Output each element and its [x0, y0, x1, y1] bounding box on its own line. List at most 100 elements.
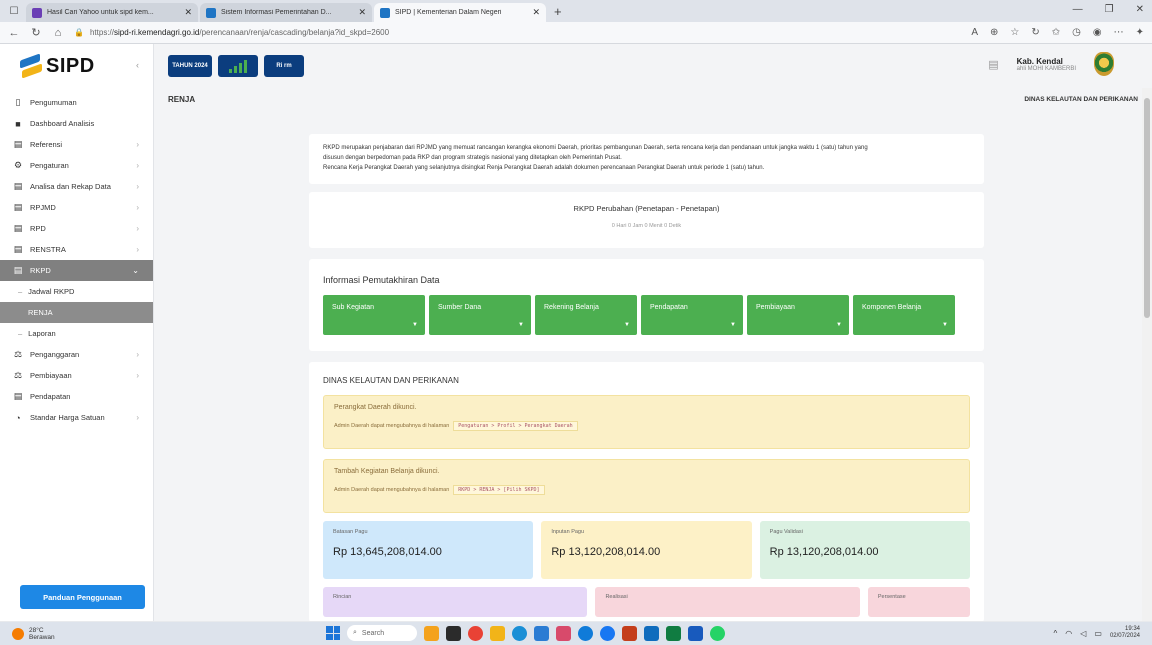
chrome-icon[interactable] [468, 625, 483, 641]
sidebar-item-rpd[interactable]: ▤ RPD › [0, 218, 153, 239]
alert-message: Admin Daerah dapat mengubahnya di halama… [334, 423, 450, 429]
sidebar-item-dashboard[interactable]: ■ Dashboard Analisis [0, 113, 153, 134]
read-aloud-icon[interactable]: A [971, 27, 978, 38]
tile-sub-kegiatan[interactable]: Sub Kegiatan ▼ [323, 295, 425, 335]
excel-icon[interactable] [666, 625, 681, 641]
weather-widget[interactable]: 28°C Berawan [12, 627, 55, 641]
address-bar: ← ↻ ⌂ 🔒 https:// sipd-ri.kemendagri.go.i… [0, 22, 1152, 44]
more-icon[interactable]: ⋯ [1114, 27, 1124, 38]
browser-tab-2[interactable]: Sistem Informasi Pemerintahan D... ✕ [200, 3, 372, 22]
clock[interactable]: 19:34 02/07/2024 [1110, 626, 1140, 640]
sidebar-item-rpjmd[interactable]: ▤ RPJMD › [0, 197, 153, 218]
chevron-right-icon: › [136, 203, 139, 212]
weather-text: 28°C Berawan [29, 627, 55, 641]
tile-komponen-belanja[interactable]: Komponen Belanja ▼ [853, 295, 955, 335]
minimize-icon[interactable]: — [1073, 4, 1083, 15]
close-window-icon[interactable]: ✕ [1136, 4, 1144, 15]
budget-stats-secondary: Rincian Realisasi Persentase [323, 587, 970, 617]
tile-sumber-dana[interactable]: Sumber Dana ▼ [429, 295, 531, 335]
data-update-heading: Informasi Pemutakhiran Data [323, 275, 440, 285]
battery-icon[interactable]: ▭ [1094, 629, 1102, 638]
guide-button[interactable]: Panduan Penggunaan [20, 585, 145, 609]
copilot-icon[interactable]: ✦ [1136, 27, 1144, 38]
wifi-icon[interactable]: ◠ [1065, 629, 1072, 638]
browser-tab-bar: ☐ Hasil Cari Yahoo untuk sipd kem... ✕ S… [0, 0, 1152, 22]
year-badge[interactable]: TAHUN 2024 [168, 55, 212, 77]
word-icon[interactable] [688, 625, 703, 641]
stat-persentase: Persentase [867, 587, 970, 617]
facebook-icon[interactable] [600, 625, 615, 641]
home-icon[interactable]: ⌂ [52, 27, 64, 39]
tile-pendapatan[interactable]: Pendapatan ▼ [641, 295, 743, 335]
sidebar-item-pendapatan[interactable]: ▤ Pendapatan [0, 386, 153, 407]
alert-message: Admin Daerah dapat mengubahnya di halama… [334, 487, 450, 493]
photos-icon[interactable] [556, 625, 571, 641]
logo[interactable]: SIPD ‹ [0, 44, 153, 88]
favorites-icon[interactable]: ✩ [1052, 27, 1060, 38]
url-path: /perencanaan/renja/cascading/belanja?id_… [199, 28, 390, 37]
scrollbar-thumb[interactable] [1144, 98, 1150, 318]
windows-start-icon[interactable] [326, 626, 340, 640]
widgets-icon[interactable] [424, 625, 439, 641]
store-icon[interactable] [534, 625, 549, 641]
close-tab-icon[interactable]: ✕ [358, 7, 366, 18]
stat-batasan-pagu: Batasan Pagu Rp 13,645,208,014.00 [323, 521, 534, 579]
favorite-star-icon[interactable]: ☆ [1010, 27, 1019, 38]
sidebar-item-penganggaran[interactable]: ⚖ Penganggaran › [0, 344, 153, 365]
caret-down-icon: ▼ [518, 322, 524, 328]
powerpoint-icon[interactable] [622, 625, 637, 641]
close-tab-icon[interactable]: ✕ [184, 7, 192, 18]
chevron-right-icon: › [136, 350, 139, 359]
refresh-icon[interactable]: ↻ [30, 26, 42, 39]
taskbar-search[interactable]: ⌕ Search [347, 625, 417, 641]
page-scrollbar[interactable] [1142, 88, 1152, 621]
tile-rekening-belanja[interactable]: Rekening Belanja ▼ [535, 295, 637, 335]
refresh-page-icon[interactable]: ↻ [1031, 27, 1039, 38]
window-menu-icon[interactable]: ☐ [6, 3, 22, 19]
reference-icon: ▤ [13, 139, 23, 149]
browser-tab-1[interactable]: Hasil Cari Yahoo untuk sipd kem... ✕ [26, 3, 198, 22]
new-tab-button[interactable]: + [554, 4, 562, 19]
sidebar-item-label: Pengumuman [30, 98, 77, 107]
file-explorer-icon[interactable] [490, 625, 505, 641]
tile-pembiayaan[interactable]: Pembiayaan ▼ [747, 295, 849, 335]
connection-status[interactable] [218, 55, 258, 77]
sidebar-item-referensi[interactable]: ▤ Referensi › [0, 134, 153, 155]
intro-card: RKPD merupakan penjabaran dari RPJMD yan… [309, 134, 984, 184]
sidebar-item-pengaturan[interactable]: ⚙ Pengaturan › [0, 155, 153, 176]
sidebar-subitem-jadwal[interactable]: – Jadwal RKPD [0, 281, 153, 302]
tab-title: SIPD | Kementerian Dalam Negeri [395, 9, 502, 16]
data-update-card: Informasi Pemutakhiran Data Sub Kegiatan… [309, 259, 984, 351]
back-icon[interactable]: ← [8, 27, 20, 39]
browser-tab-3[interactable]: SIPD | Kementerian Dalam Negeri ✕ [374, 3, 546, 22]
sidebar-item-standar-harga[interactable]: ◔ Standar Harga Satuan › [0, 407, 153, 428]
lock-icon[interactable]: 🔒 [74, 28, 84, 37]
close-tab-icon[interactable]: ✕ [532, 7, 540, 18]
sidebar-item-analisa[interactable]: ▤ Analisa dan Rekap Data › [0, 176, 153, 197]
restore-icon[interactable]: ❐ [1105, 4, 1114, 15]
sidebar-subitem-laporan[interactable]: – Laporan [0, 323, 153, 344]
sidebar-item-pengumuman[interactable]: ▯ Pengumuman [0, 92, 153, 113]
mail-icon[interactable] [644, 625, 659, 641]
role-badge[interactable]: Ri rm [264, 55, 304, 77]
kendal-crest-icon [1094, 52, 1114, 76]
task-view-icon[interactable] [446, 625, 461, 641]
caret-down-icon: ▼ [836, 322, 842, 328]
url-field[interactable]: 🔒 https:// sipd-ri.kemendagri.go.id /per… [74, 25, 854, 41]
whatsapp-icon[interactable] [710, 625, 725, 641]
sidebar-item-renstra[interactable]: ▤ RENSTRA › [0, 239, 153, 260]
history-icon[interactable]: ◷ [1072, 27, 1081, 38]
chevron-up-icon[interactable]: ^ [1054, 629, 1058, 638]
sidebar-subitem-renja[interactable]: RENJA [0, 302, 153, 323]
edge-icon[interactable] [512, 625, 527, 641]
sidebar-item-rkpd[interactable]: ▤ RKPD ⌄ [0, 260, 153, 281]
user-profile[interactable]: ▤ Kab. Kendal ahli MOHI KAMBERBI [988, 52, 1114, 76]
logo-text: SIPD [46, 54, 95, 77]
scale-icon: ⚖ [13, 349, 23, 359]
app-icon[interactable] [578, 625, 593, 641]
profile-icon[interactable]: ◉ [1093, 27, 1102, 38]
zoom-icon[interactable]: ⊕ [990, 27, 998, 38]
volume-icon[interactable]: ◁ [1080, 629, 1086, 638]
sidebar-item-pembiayaan[interactable]: ⚖ Pembiayaan › [0, 365, 153, 386]
collapse-sidebar-icon[interactable]: ‹ [136, 60, 139, 70]
